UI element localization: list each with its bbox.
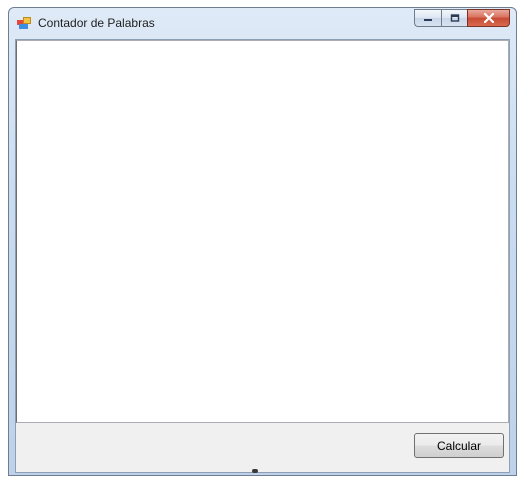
maximize-icon	[450, 14, 459, 22]
text-input-area[interactable]	[16, 40, 509, 423]
maximize-button[interactable]	[441, 9, 467, 27]
caption-buttons	[414, 9, 510, 29]
title-bar[interactable]: Contador de Palabras	[9, 8, 516, 39]
windows-form-icon	[17, 17, 31, 29]
minimize-button[interactable]	[414, 9, 441, 27]
minimize-icon	[424, 19, 432, 21]
window-title: Contador de Palabras	[38, 16, 155, 30]
client-area: Calcular	[15, 39, 510, 473]
close-icon	[483, 13, 494, 23]
resize-grip[interactable]	[252, 469, 258, 473]
calculate-button[interactable]: Calcular	[414, 433, 504, 458]
app-window: Contador de Palabras Calcular	[8, 7, 517, 476]
close-button[interactable]	[467, 9, 510, 27]
